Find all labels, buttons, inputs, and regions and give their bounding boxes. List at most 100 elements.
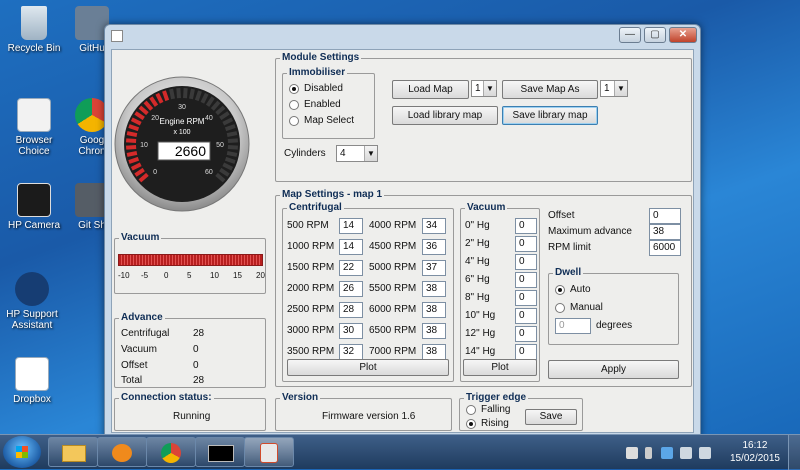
cylinders-select[interactable]: 4 ▼ <box>336 145 378 162</box>
maximize-button[interactable]: ▢ <box>644 27 666 43</box>
version-panel: Version Firmware version 1.6 <box>275 391 452 431</box>
vacuum-advance-field[interactable]: 0 <box>515 326 537 342</box>
taskbar-chrome[interactable] <box>146 437 196 467</box>
trigger-rising-label[interactable]: Rising <box>481 418 509 429</box>
tray-battery-icon[interactable] <box>645 447 652 459</box>
dropbox-icon <box>15 357 49 391</box>
desktop-icon-dropbox[interactable]: Dropbox <box>0 357 64 405</box>
tray-dropbox-icon[interactable] <box>661 447 673 459</box>
folder-icon <box>62 445 86 462</box>
gauge-arc-segment <box>226 131 238 137</box>
immobiliser-map-select-label[interactable]: Map Select <box>304 115 354 126</box>
centrifugal-advance-field[interactable]: 32 <box>339 344 363 360</box>
centrifugal-advance-field[interactable]: 38 <box>422 281 446 297</box>
close-button[interactable]: ✕ <box>669 27 697 43</box>
save-map-as-button[interactable]: Save Map As <box>502 80 598 99</box>
immobiliser-enabled-radio[interactable] <box>289 100 299 110</box>
dwell-title: Dwell <box>553 266 584 279</box>
start-button[interactable] <box>3 436 41 468</box>
trigger-falling-radio[interactable] <box>466 405 476 415</box>
vacuum-advance-field[interactable]: 0 <box>515 218 537 234</box>
rpm-limit-field[interactable]: 6000 <box>649 240 681 256</box>
centrifugal-plot-button[interactable]: Plot <box>287 359 449 376</box>
centrifugal-advance-field[interactable]: 28 <box>339 302 363 318</box>
tray-flag-icon[interactable] <box>626 447 638 459</box>
vacuum-scale-tick-label: 20 <box>256 271 265 280</box>
vacuum-advance-field[interactable]: 0 <box>515 308 537 324</box>
save-map-slot-select[interactable]: 1 ▼ <box>600 80 628 97</box>
gauge-arc-segment <box>125 145 137 150</box>
immobiliser-map-select-radio[interactable] <box>289 116 299 126</box>
gauge-tick-label: 30 <box>178 104 186 111</box>
vacuum-advance-field[interactable]: 0 <box>515 344 537 360</box>
dwell-manual-radio[interactable] <box>555 303 565 313</box>
vacuum-advance-field[interactable]: 0 <box>515 290 537 306</box>
immobiliser-disabled-label[interactable]: Disabled <box>304 83 343 94</box>
centrifugal-advance-field[interactable]: 36 <box>422 239 446 255</box>
load-library-map-button[interactable]: Load library map <box>392 106 498 125</box>
taskbar-command-prompt[interactable] <box>195 437 245 467</box>
centrifugal-advance-field[interactable]: 38 <box>422 302 446 318</box>
vacuum-hg-label: 8" Hg <box>465 292 490 303</box>
immobiliser-disabled-radio[interactable] <box>289 84 299 94</box>
advance-total-value: 28 <box>193 375 205 386</box>
tray-network-icon[interactable] <box>680 447 692 459</box>
centrifugal-advance-field[interactable]: 26 <box>339 281 363 297</box>
tray-volume-icon[interactable] <box>699 447 711 459</box>
show-desktop-button[interactable] <box>788 435 800 470</box>
vacuum-advance-field[interactable]: 0 <box>515 272 537 288</box>
load-map-button[interactable]: Load Map <box>392 80 469 99</box>
offset-label: Offset <box>548 210 575 221</box>
vacuum-advance-field[interactable]: 0 <box>515 236 537 252</box>
dwell-degrees-field[interactable]: 0 <box>555 318 591 334</box>
centrifugal-advance-field[interactable]: 14 <box>339 218 363 234</box>
trigger-save-button[interactable]: Save <box>525 409 577 425</box>
offset-field[interactable]: 0 <box>649 208 681 224</box>
cylinders-label: Cylinders <box>284 148 326 159</box>
trigger-rising-radio[interactable] <box>466 419 476 429</box>
vacuum-advance-field[interactable]: 0 <box>515 254 537 270</box>
centrifugal-advance-field[interactable]: 37 <box>422 260 446 276</box>
dwell-manual-label[interactable]: Manual <box>570 302 603 313</box>
taskbar-java-app[interactable] <box>244 437 294 467</box>
window-titlebar[interactable]: — ▢ ✕ <box>105 25 700 47</box>
immobiliser-enabled-label[interactable]: Enabled <box>304 99 341 110</box>
centrifugal-advance-field[interactable]: 30 <box>339 323 363 339</box>
centrifugal-advance-field[interactable]: 38 <box>422 344 446 360</box>
map-settings-title: Map Settings - map 1 <box>280 188 385 201</box>
centrifugal-rpm-label: 3500 RPM <box>287 346 335 357</box>
centrifugal-rpm-label: 1500 RPM <box>287 262 335 273</box>
minimize-button[interactable]: — <box>619 27 641 43</box>
advance-offset-value: 0 <box>193 360 199 371</box>
save-library-map-button[interactable]: Save library map <box>502 106 598 125</box>
taskbar-media-player[interactable] <box>97 437 147 467</box>
apply-button[interactable]: Apply <box>548 360 679 379</box>
centrifugal-rpm-label: 5000 RPM <box>369 262 417 273</box>
centrifugal-panel: Centrifugal 500 RPM 14 1000 RPM 14 1500 RPM 2… <box>282 201 454 382</box>
load-map-slot-select[interactable]: 1 ▼ <box>471 80 497 97</box>
taskbar-clock[interactable]: 16:12 15/02/2015 <box>730 439 780 465</box>
centrifugal-advance-field[interactable]: 14 <box>339 239 363 255</box>
centrifugal-rpm-label: 4500 RPM <box>369 241 417 252</box>
vacuum-scale-tick-label: 15 <box>233 271 242 280</box>
taskbar-explorer[interactable] <box>48 437 98 467</box>
desktop-icon-recycle-bin[interactable]: Recycle Bin <box>2 6 66 54</box>
desktop-icon-hp-camera[interactable]: HP Camera <box>2 183 66 231</box>
desktop-icon-browser-choice[interactable]: Browser Choice <box>2 98 66 157</box>
windows-logo-icon <box>16 446 28 458</box>
gauge-arc-segment <box>126 131 138 137</box>
max-advance-field[interactable]: 38 <box>649 224 681 240</box>
centrifugal-advance-field[interactable]: 38 <box>422 323 446 339</box>
gauge-arc-segment <box>176 87 181 99</box>
immobiliser-title: Immobiliser <box>287 66 348 79</box>
desktop-icon-hp-support[interactable]: HP Support Assistant <box>0 272 64 331</box>
advance-centrifugal-label: Centrifugal <box>121 328 170 339</box>
gauge-arc-segment <box>126 151 138 157</box>
centrifugal-advance-field[interactable]: 34 <box>422 218 446 234</box>
vacuum-plot-button[interactable]: Plot <box>463 359 537 376</box>
vacuum-hg-label: 0" Hg <box>465 220 490 231</box>
dwell-auto-label[interactable]: Auto <box>570 284 591 295</box>
trigger-falling-label[interactable]: Falling <box>481 404 510 415</box>
dwell-auto-radio[interactable] <box>555 285 565 295</box>
centrifugal-advance-field[interactable]: 22 <box>339 260 363 276</box>
